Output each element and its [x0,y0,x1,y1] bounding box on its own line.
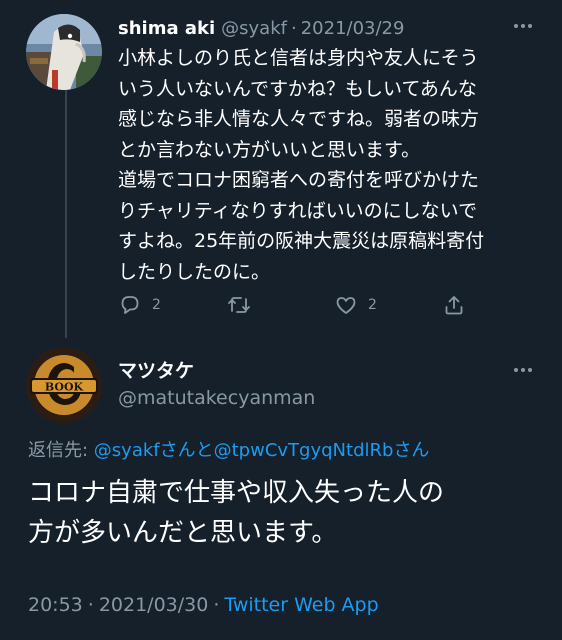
like-count: 2 [368,297,377,313]
tweet-text-line: したりしたのに。 [118,260,271,283]
reply-count: 2 [152,297,161,313]
reply-button[interactable]: 2 [118,290,161,320]
tweet-text-line: りチャリティなりすればいいのにしないで [118,199,478,222]
tweet-text-line: 小林よしのり氏と信者は身内や友人にそう [118,47,479,69]
parent-tweet[interactable]: shima aki @syakf · 2021/03/29 小林よしのり氏と信者… [0,0,562,340]
separator-dot: · [87,594,94,616]
share-icon [445,296,463,315]
reply-user-link[interactable]: @tpwCvTgyqNtdlRb [214,440,394,461]
tweet-text-line: とか言わない方がいいと思います。 [118,138,421,161]
tweet-text-line: コロナ自粛で仕事や収入失った人の [28,478,445,508]
reply-prefix: 返信先: [28,440,94,461]
display-name[interactable]: shima aki [118,18,215,39]
tweet-date[interactable]: 2021/03/29 [301,18,405,39]
share-button[interactable] [442,290,466,320]
svg-text:BOOK: BOOK [45,381,84,394]
more-icon[interactable] [508,16,538,36]
avatar[interactable]: BOOK [26,347,102,423]
source-link[interactable]: Twitter Web App [224,594,378,616]
like-button[interactable]: 2 [334,290,377,320]
like-icon [336,297,356,314]
more-icon[interactable] [508,360,538,380]
reply-joiner: さんと [159,440,214,461]
action-bar: 2 2 [118,290,478,320]
tweet-header: shima aki @syakf · 2021/03/29 [118,15,404,41]
reply-user-link[interactable]: @syakf [94,440,160,461]
avatar[interactable] [26,14,102,90]
tweet-text: 小林よしのり氏と信者は身内や友人にそう いう人いないんですかね？もしいてあんな … [118,43,548,287]
retweet-icon [228,297,250,313]
tweet-text: コロナ自粛で仕事や収入失った人の 方が多いんだと思います。 [28,473,548,553]
book-logo-avatar: BOOK [26,347,102,423]
tweet-text-line: 方が多いんだと思います。 [28,518,338,548]
user-handle[interactable]: @syakf [221,18,287,39]
tweet-text-line: 道場でコロナ困窮者への寄付を呼びかけた [118,169,480,191]
user-handle[interactable]: @matutakecyanman [118,387,315,409]
tweet-text-line: 感じなら非人情な人々ですね。弱者の味方 [118,108,480,130]
tweet-meta: 20:53 · 2021/03/30 · Twitter Web App [28,594,379,616]
separator-dot: · [290,17,297,39]
display-name[interactable]: マツタケ [118,356,194,383]
tweet-text-line: いう人いないんですかね？もしいてあんな [118,77,477,100]
replying-to: 返信先: @syakfさんと@tpwCvTgyqNtdlRbさん [28,436,429,462]
reply-icon [121,296,139,314]
tweet-text-line: すよね。25年前の阪神大震災は原稿料寄付 [118,230,485,252]
retweet-button[interactable] [226,290,252,320]
separator-dot: · [213,594,220,616]
avatar-photo [26,14,102,90]
tweet-date[interactable]: 2021/03/30 [99,594,209,616]
tweet-time[interactable]: 20:53 [28,594,83,616]
reply-suffix: さん [393,440,430,461]
